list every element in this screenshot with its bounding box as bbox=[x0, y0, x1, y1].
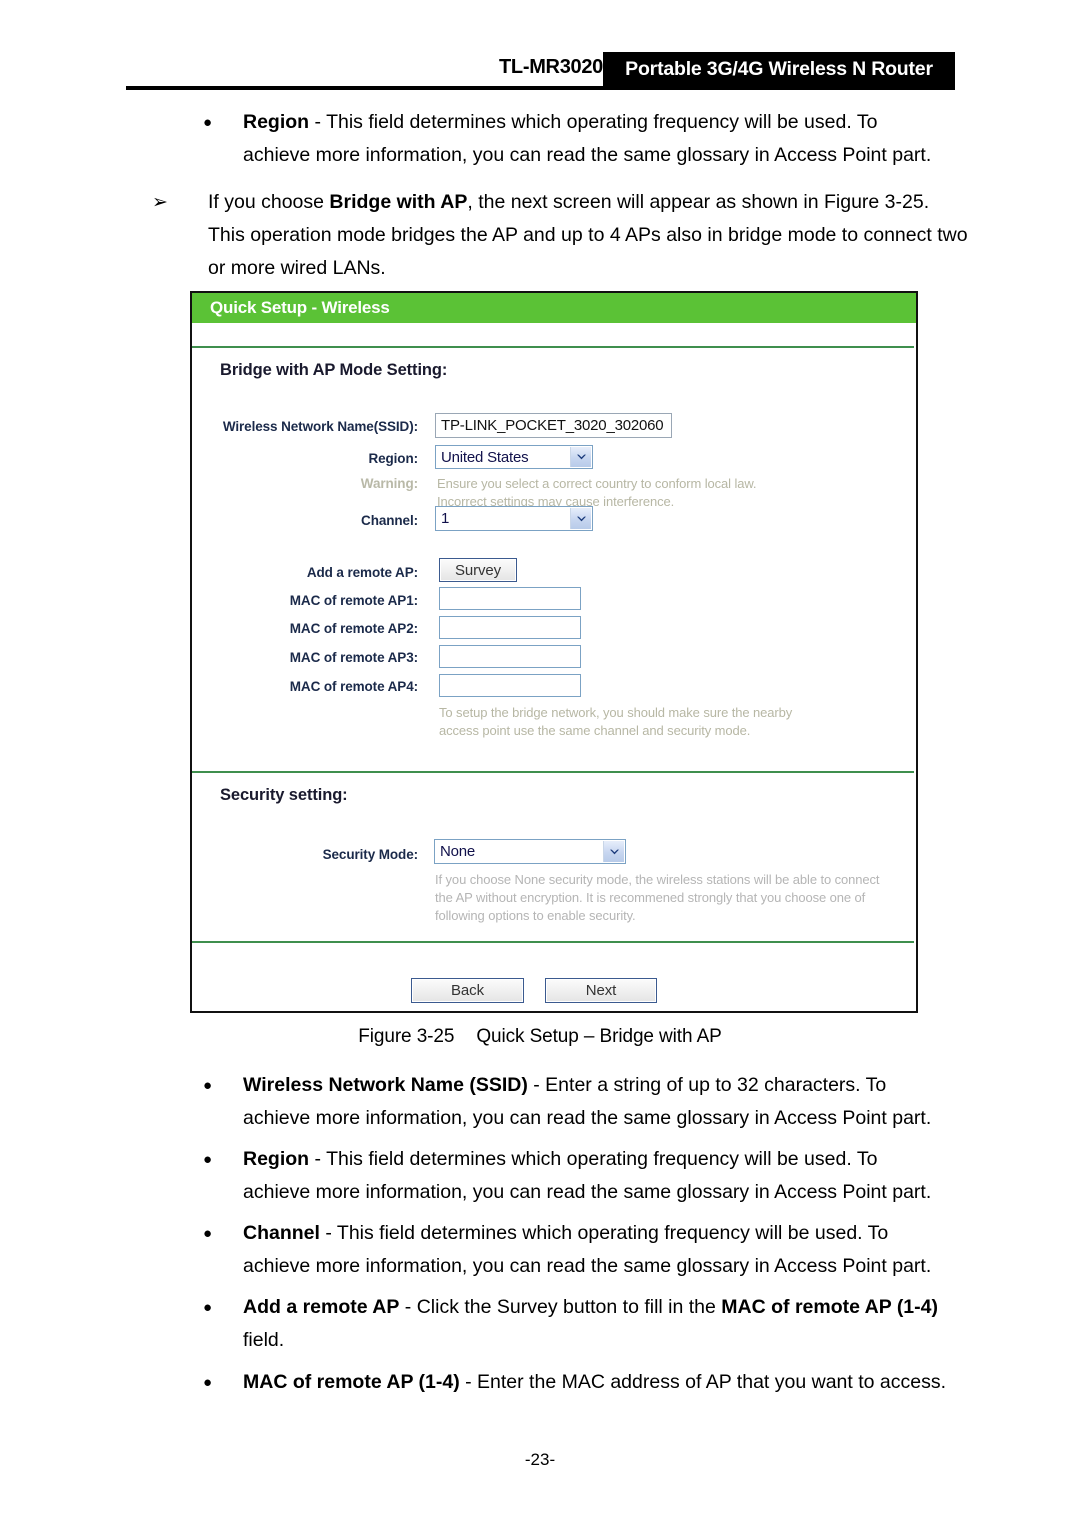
bullet-marker-ssid-item: ● bbox=[203, 1077, 213, 1094]
chevron-down-icon[interactable] bbox=[570, 508, 591, 529]
text-bridge-intro-post: , the next screen will appear as shown i… bbox=[467, 191, 930, 213]
text-bridge-intro-pre: If you choose bbox=[208, 191, 330, 213]
page-running-header: TL-MR3020 Portable 3G/4G Wireless N Rout… bbox=[0, 0, 1080, 92]
paragraph-region-top: Region - This field determines which ope… bbox=[243, 106, 933, 139]
text-channel-item: - This field determines which operating … bbox=[319, 1222, 889, 1244]
label-warning: Warning: bbox=[360, 476, 418, 491]
ssid-input[interactable]: TP-LINK_POCKET_3020_302060 bbox=[435, 413, 672, 438]
paragraph-ssid-item-line1: Wireless Network Name (SSID) - Enter a s… bbox=[243, 1069, 933, 1102]
section-heading-security: Security setting: bbox=[220, 786, 348, 804]
bullet-marker-channel-item: ● bbox=[203, 1225, 213, 1242]
bullet-marker-region-top: ● bbox=[203, 114, 213, 131]
chevron-down-icon[interactable] bbox=[570, 447, 591, 467]
paragraph-channel-item-line1: Channel - This field determines which op… bbox=[243, 1217, 933, 1250]
label-mac-remote-ap3: MAC of remote AP3: bbox=[289, 650, 418, 665]
figure-caption-text: Quick Setup – Bridge with AP bbox=[476, 1026, 722, 1047]
mac-remote-ap4-input[interactable] bbox=[439, 674, 581, 697]
term-region: Region bbox=[243, 1148, 310, 1170]
mac-remote-ap1-input[interactable] bbox=[439, 587, 581, 610]
paragraph-ssid-item-line2: achieve more information, you can read t… bbox=[243, 1107, 932, 1129]
chevron-down-icon[interactable] bbox=[603, 841, 624, 862]
label-add-remote-ap: Add a remote AP: bbox=[306, 565, 418, 580]
back-button-label: Back bbox=[451, 982, 484, 999]
divider-security bbox=[192, 771, 914, 773]
paragraph-channel-item-line2: achieve more information, you can read t… bbox=[243, 1255, 932, 1277]
survey-button[interactable]: Survey bbox=[439, 558, 517, 582]
term-bridge-with-ap: Bridge with AP bbox=[329, 191, 468, 213]
panel-title-text: Quick Setup - Wireless bbox=[210, 298, 390, 317]
term-mac-of-remote-ap: MAC of remote AP (1-4) bbox=[243, 1371, 460, 1393]
term-ssid: Wireless Network Name (SSID) bbox=[243, 1074, 528, 1096]
divider-footer bbox=[192, 941, 914, 943]
next-button[interactable]: Next bbox=[545, 978, 657, 1003]
paragraph-region-top-line2: achieve more information, you can read t… bbox=[243, 144, 932, 166]
next-button-label: Next bbox=[585, 982, 617, 999]
security-mode-select[interactable]: None bbox=[434, 839, 626, 864]
bullet-marker-mac-item: ● bbox=[203, 1374, 213, 1391]
header-model-name: TL-MR3020 bbox=[499, 56, 603, 78]
bullet-marker-region-item: ● bbox=[203, 1151, 213, 1168]
arrow-marker-bridge-intro: ➢ bbox=[152, 192, 168, 213]
header-rule bbox=[126, 86, 955, 90]
text-ssid-item: - Enter a string of up to 32 characters.… bbox=[527, 1074, 887, 1096]
mac-remote-ap3-input[interactable] bbox=[439, 645, 581, 668]
ssid-input-value: TP-LINK_POCKET_3020_302060 bbox=[441, 417, 664, 434]
term-channel: Channel bbox=[243, 1222, 320, 1244]
panel-title-bar: Quick Setup - Wireless bbox=[192, 293, 916, 323]
note-bridge-hint: To setup the bridge network, you should … bbox=[439, 705, 793, 738]
term-mac-remote-ap-range: MAC of remote AP (1-4) bbox=[721, 1296, 938, 1318]
term-add-remote-ap: Add a remote AP bbox=[243, 1296, 400, 1318]
channel-select[interactable]: 1 bbox=[435, 506, 593, 531]
label-mac-remote-ap4: MAC of remote AP4: bbox=[289, 679, 418, 694]
router-web-ui-panel: Quick Setup - Wireless Bridge with AP Mo… bbox=[190, 291, 918, 1013]
region-select[interactable]: United States bbox=[435, 445, 593, 469]
back-button[interactable]: Back bbox=[411, 978, 524, 1003]
figure-label: Figure 3-25 bbox=[358, 1026, 455, 1047]
label-security-mode: Security Mode: bbox=[322, 847, 418, 862]
label-mac-remote-ap2: MAC of remote AP2: bbox=[289, 621, 418, 636]
label-region: Region: bbox=[368, 451, 418, 466]
figure-caption: Figure 3-25 Quick Setup – Bridge with AP bbox=[0, 1026, 1080, 1048]
text-mac-item: - Enter the MAC address of AP that you w… bbox=[459, 1371, 947, 1393]
region-select-value: United States bbox=[441, 448, 529, 466]
survey-button-label: Survey bbox=[454, 561, 502, 579]
paragraph-region-item-line1: Region - This field determines which ope… bbox=[243, 1143, 933, 1176]
divider-top bbox=[192, 346, 914, 348]
security-mode-select-value: None bbox=[440, 843, 476, 860]
paragraph-mac-item: MAC of remote AP (1-4) - Enter the MAC a… bbox=[243, 1366, 955, 1399]
term-region-top: Region bbox=[243, 111, 310, 133]
header-product-banner: Portable 3G/4G Wireless N Router bbox=[603, 52, 955, 86]
paragraph-bridge-intro-line1: If you choose Bridge with AP, the next s… bbox=[208, 186, 968, 219]
label-mac-remote-ap1: MAC of remote AP1: bbox=[289, 593, 418, 608]
section-heading-mode: Bridge with AP Mode Setting: bbox=[220, 361, 448, 379]
text-region-item: - This field determines which operating … bbox=[309, 1148, 878, 1170]
bullet-marker-add-remote-item: ● bbox=[203, 1299, 213, 1316]
mac-remote-ap2-input[interactable] bbox=[439, 616, 581, 639]
channel-select-value: 1 bbox=[441, 510, 450, 527]
paragraph-bridge-intro-line3: or more wired LANs. bbox=[208, 257, 386, 279]
paragraph-add-remote-item-line1: Add a remote AP - Click the Survey butto… bbox=[243, 1291, 955, 1324]
label-channel: Channel: bbox=[361, 513, 418, 528]
paragraph-region-item-line2: achieve more information, you can read t… bbox=[243, 1181, 932, 1203]
note-security-hint: If you choose None security mode, the wi… bbox=[435, 872, 880, 923]
text-add-remote-mid: - Click the Survey button to fill in the bbox=[399, 1296, 722, 1318]
page-number: -23- bbox=[524, 1450, 556, 1469]
label-ssid: Wireless Network Name(SSID): bbox=[222, 419, 418, 434]
paragraph-add-remote-item-line2: field. bbox=[243, 1329, 285, 1351]
text-region-top-line1: - This field determines which operating … bbox=[309, 111, 878, 133]
paragraph-bridge-intro-line2: This operation mode bridges the AP and u… bbox=[208, 224, 968, 246]
